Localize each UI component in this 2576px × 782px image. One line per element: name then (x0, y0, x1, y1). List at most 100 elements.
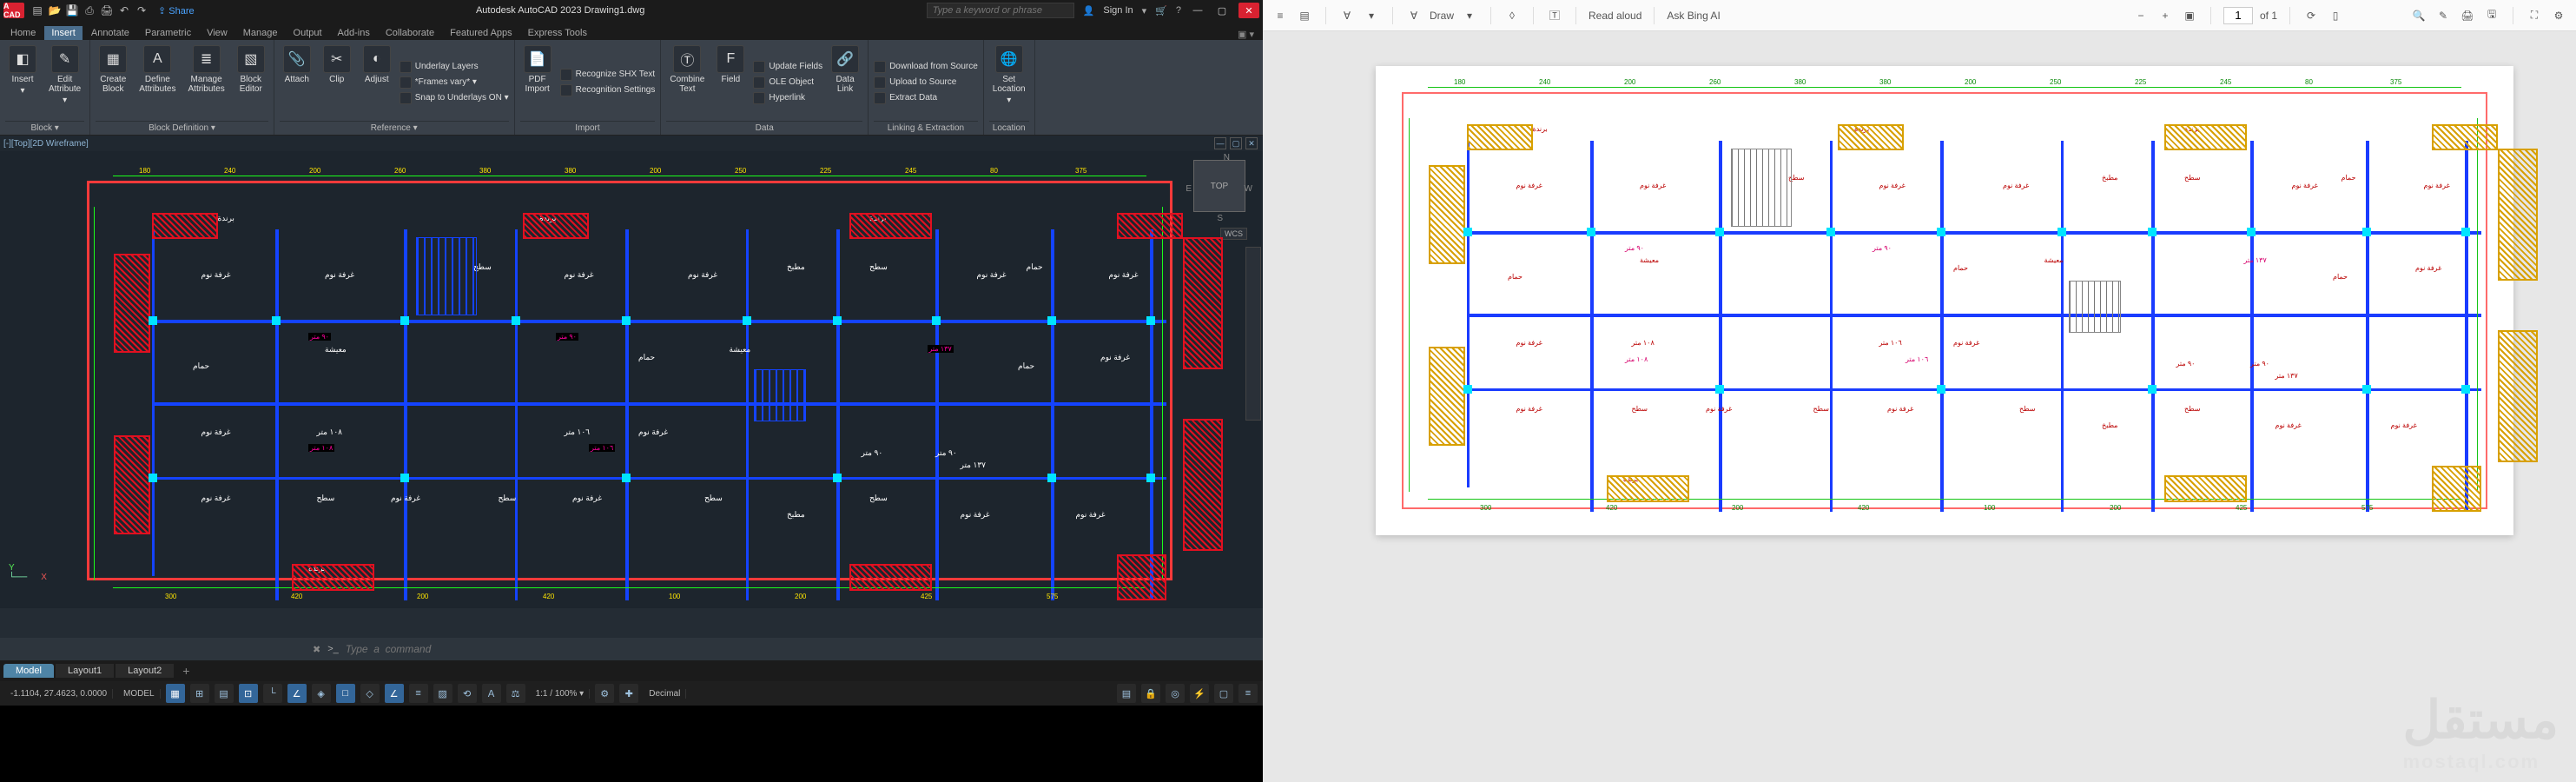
pdf-canvas[interactable]: 1802402002603803802002502252458037530042… (1263, 31, 2576, 782)
saveas-icon[interactable]: ⎙ (83, 4, 96, 17)
isolate-toggle[interactable]: ◎ (1166, 684, 1185, 703)
tab-manage[interactable]: Manage (236, 26, 285, 40)
panel-name-reference[interactable]: Reference ▾ (280, 121, 509, 135)
edit-attribute-button[interactable]: ✎Edit Attribute▾ (45, 43, 84, 121)
share-button[interactable]: ⇪ Share (158, 5, 195, 17)
erase-icon[interactable]: ◊ (1503, 7, 1521, 24)
cart-icon[interactable]: 🛒 (1155, 5, 1167, 17)
save-icon[interactable]: 💾 (66, 4, 78, 17)
ask-bing-button[interactable]: Ask Bing AI (1667, 10, 1720, 22)
manage-attributes-button[interactable]: ≣Manage Attributes (185, 43, 228, 121)
grid-toggle[interactable]: ▦ (166, 684, 185, 703)
toc-icon[interactable]: ≡ (1271, 7, 1289, 24)
signin-button[interactable]: Sign In (1103, 5, 1133, 16)
annotation-toggle[interactable]: Ａ (482, 684, 501, 703)
polar-toggle[interactable]: ∠ (287, 684, 307, 703)
command-input[interactable] (346, 643, 1127, 655)
space-indicator[interactable]: MODEL (118, 689, 161, 699)
data-link-button[interactable]: 🔗Data Link (828, 43, 862, 121)
attach-button[interactable]: 📎Attach (280, 43, 314, 121)
tab-parametric[interactable]: Parametric (138, 26, 198, 40)
layout2-tab[interactable]: Layout2 (116, 664, 174, 678)
3dosnap-toggle[interactable]: ◇ (360, 684, 380, 703)
tab-home[interactable]: Home (3, 26, 43, 40)
drawing-canvas[interactable]: 1802402002603803802002502252458037530042… (61, 155, 1199, 606)
close-icon[interactable]: ✕ (1238, 3, 1259, 18)
units-readout[interactable]: Decimal (644, 689, 686, 699)
drawing-viewport[interactable]: N TOP W E S WCS 180240200260380380200250… (0, 151, 1263, 608)
lock-ui-toggle[interactable]: 🔒 (1141, 684, 1160, 703)
text-note-icon[interactable]: 🅃 (1546, 7, 1563, 24)
new-icon[interactable]: ▤ (31, 4, 43, 17)
clip-button[interactable]: ✂Clip (320, 43, 354, 121)
recognition-settings-button[interactable]: Recognition Settings (560, 83, 656, 97)
customize-status-button[interactable]: ≡ (1238, 684, 1258, 703)
create-block-button[interactable]: ▦Create Block (96, 43, 130, 121)
draw-drop-icon[interactable]: ▾ (1461, 7, 1478, 24)
plot-icon[interactable]: 🖨 (101, 4, 113, 17)
maximize-icon[interactable]: ▢ (1214, 5, 1230, 17)
pages-icon[interactable]: ▤ (1296, 7, 1313, 24)
hw-accel-toggle[interactable]: ⚡ (1190, 684, 1209, 703)
isodraft-toggle[interactable]: ◈ (312, 684, 331, 703)
tab-view[interactable]: View (200, 26, 234, 40)
highlight-icon[interactable]: ∀ (1338, 7, 1356, 24)
hyperlink-button[interactable]: Hyperlink (753, 91, 822, 105)
draw-pen-icon[interactable]: ∀ (1405, 7, 1423, 24)
recognize-shx-button[interactable]: Recognize SHX Text (560, 68, 656, 82)
ortho-toggle[interactable]: └ (263, 684, 282, 703)
tab-express[interactable]: Express Tools (521, 26, 594, 40)
transparency-toggle[interactable]: ▨ (433, 684, 452, 703)
adjust-button[interactable]: ◐Adjust (360, 43, 394, 121)
redo-icon[interactable]: ↷ (135, 4, 148, 17)
clean-screen-toggle[interactable]: ▢ (1214, 684, 1233, 703)
infer-toggle[interactable]: ▤ (215, 684, 234, 703)
minimize-icon[interactable]: — (1190, 5, 1205, 16)
print-icon[interactable]: 🖨 (2459, 7, 2476, 24)
page-view-icon[interactable]: ▯ (2327, 7, 2344, 24)
user-icon[interactable]: 👤 (1083, 5, 1095, 17)
annoscale-toggle[interactable]: ⚖ (506, 684, 525, 703)
layout1-tab[interactable]: Layout1 (56, 664, 114, 678)
viewport-label[interactable]: [-][Top][2D Wireframe] (3, 139, 89, 149)
workspace-toggle[interactable]: ⚙ (595, 684, 614, 703)
annotation-monitor[interactable]: ✚ (619, 684, 638, 703)
dynamic-input-toggle[interactable]: ⊡ (239, 684, 258, 703)
customize-icon[interactable]: ✖ (313, 644, 320, 655)
fullscreen-icon[interactable]: ⛶ (2526, 7, 2543, 24)
insert-block-button[interactable]: ◧Insert▾ (5, 43, 40, 121)
highlight-drop-icon[interactable]: ▾ (1363, 7, 1380, 24)
zoom-out-icon[interactable]: − (2132, 7, 2150, 24)
tab-collaborate[interactable]: Collaborate (379, 26, 441, 40)
update-fields-button[interactable]: Update Fields (753, 60, 822, 74)
underlay-layers-button[interactable]: Underlay Layers (400, 60, 509, 74)
tab-featured[interactable]: Featured Apps (443, 26, 519, 40)
rotate-icon[interactable]: ⟳ (2302, 7, 2320, 24)
navigation-bar[interactable] (1245, 247, 1261, 421)
upload-source-button[interactable]: Upload to Source (874, 76, 978, 89)
read-aloud-button[interactable]: Read aloud (1589, 10, 1641, 22)
frames-vary-button[interactable]: *Frames vary* ▾ (400, 76, 509, 89)
page-number-input[interactable] (2223, 7, 2253, 24)
osnap-toggle[interactable]: □ (336, 684, 355, 703)
panel-name-blockdef[interactable]: Block Definition ▾ (96, 121, 268, 135)
block-editor-button[interactable]: ▧Block Editor (234, 43, 268, 121)
draw-button[interactable]: Draw (1430, 10, 1454, 22)
field-button[interactable]: FField (713, 43, 748, 121)
snap-underlays-button[interactable]: Snap to Underlays ON ▾ (400, 91, 509, 105)
ribbon-collapse-icon[interactable]: ▣ ▾ (1232, 29, 1259, 40)
save-pdf-icon[interactable]: 🖫 (2483, 7, 2500, 24)
vp-minimize-icon[interactable]: — (1214, 137, 1226, 149)
bookmark-icon[interactable]: ✎ (2434, 7, 2452, 24)
settings-icon[interactable]: ⚙ (2550, 7, 2567, 24)
tab-addins[interactable]: Add-ins (331, 26, 377, 40)
selection-cycling-toggle[interactable]: ⟲ (458, 684, 477, 703)
autodesk-app-icon[interactable]: ▾ (1142, 5, 1147, 17)
panel-name-block[interactable]: Block ▾ (5, 121, 84, 135)
vp-close-icon[interactable]: ✕ (1245, 137, 1258, 149)
scale-readout[interactable]: 1:1 / 100% ▾ (531, 689, 591, 699)
otrack-toggle[interactable]: ∠ (385, 684, 404, 703)
add-layout-button[interactable]: + (175, 664, 196, 678)
search-icon[interactable]: 🔍 (2410, 7, 2427, 24)
download-source-button[interactable]: Download from Source (874, 60, 978, 74)
